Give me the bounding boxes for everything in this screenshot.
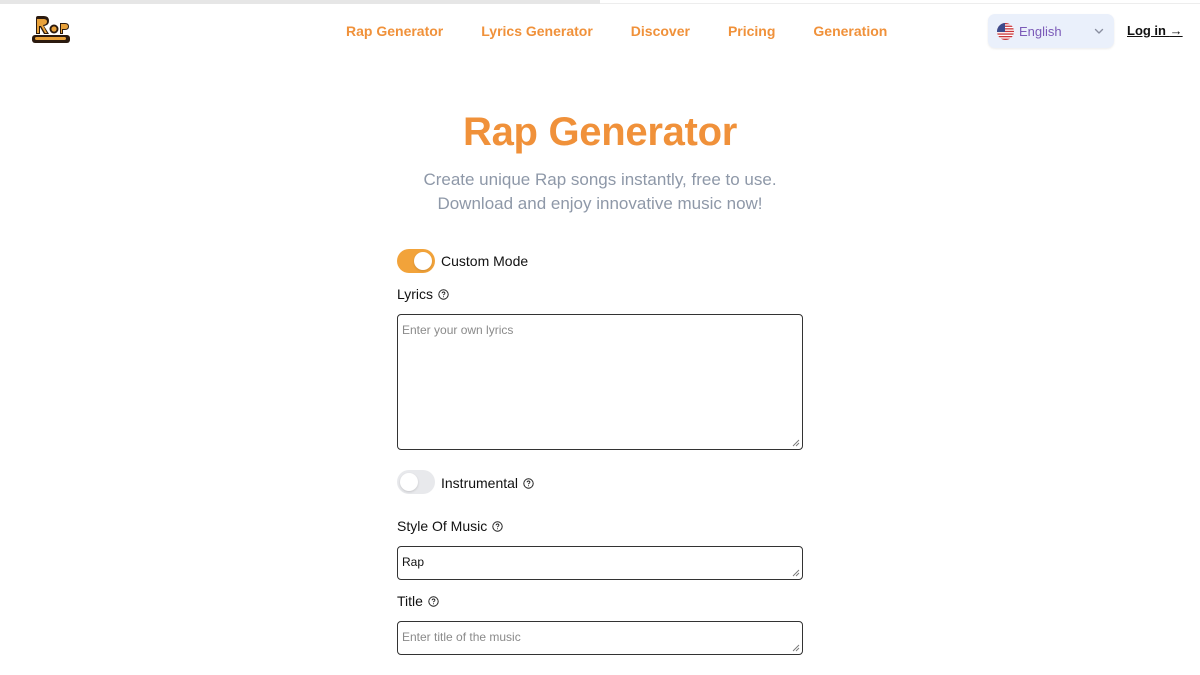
nav-lyrics-generator[interactable]: Lyrics Generator <box>481 22 593 42</box>
resize-handle-icon[interactable] <box>792 644 800 652</box>
nav-generation[interactable]: Generation <box>813 22 887 42</box>
chevron-down-icon <box>1093 25 1105 37</box>
resize-handle-icon[interactable] <box>792 569 800 577</box>
main-nav: Rap Generator Lyrics Generator Discover … <box>346 22 925 42</box>
instrumental-label-text: Instrumental <box>441 475 519 491</box>
lyrics-textarea[interactable] <box>397 314 803 450</box>
nav-pricing[interactable]: Pricing <box>728 22 775 42</box>
instrumental-label: Instrumental <box>441 475 534 491</box>
custom-mode-text: Custom Mode <box>441 253 529 269</box>
language-selector[interactable]: English <box>988 14 1114 48</box>
site-header: Rap Generator Lyrics Generator Discover … <box>0 0 1200 62</box>
login-link[interactable]: Log in → <box>1127 23 1183 38</box>
resize-handle-icon[interactable] <box>792 439 800 447</box>
login-label: Log in <box>1127 23 1166 38</box>
nav-discover[interactable]: Discover <box>631 22 690 42</box>
custom-mode-label: Custom Mode <box>441 253 528 269</box>
page-title: Rap Generator <box>463 110 737 154</box>
help-circle-icon[interactable] <box>523 477 534 489</box>
arrow-right-icon: → <box>1169 23 1183 38</box>
title-label: Title <box>397 593 439 609</box>
logo-icon[interactable] <box>31 14 71 46</box>
toggle-knob <box>414 252 432 270</box>
help-circle-icon[interactable] <box>438 288 449 300</box>
subtitle-line-2: Download and enjoy innovative music now! <box>437 194 763 213</box>
style-of-music-label: Style Of Music <box>397 518 503 534</box>
subtitle-line-1: Create unique Rap songs instantly, free … <box>423 170 777 189</box>
style-label-text: Style Of Music <box>397 518 488 534</box>
lyrics-label: Lyrics <box>397 286 449 302</box>
nav-rap-generator[interactable]: Rap Generator <box>346 22 443 42</box>
style-of-music-input[interactable]: Rap <box>397 546 803 580</box>
toggle-knob <box>400 473 418 491</box>
lyrics-label-text: Lyrics <box>397 286 434 302</box>
custom-mode-toggle[interactable] <box>397 249 435 273</box>
language-label: English <box>1019 23 1062 39</box>
instrumental-toggle[interactable] <box>397 470 435 494</box>
title-label-text: Title <box>397 593 423 609</box>
help-circle-icon[interactable] <box>428 595 439 607</box>
help-circle-icon[interactable] <box>492 520 503 532</box>
title-input[interactable] <box>397 621 803 655</box>
us-flag-icon <box>997 22 1014 40</box>
